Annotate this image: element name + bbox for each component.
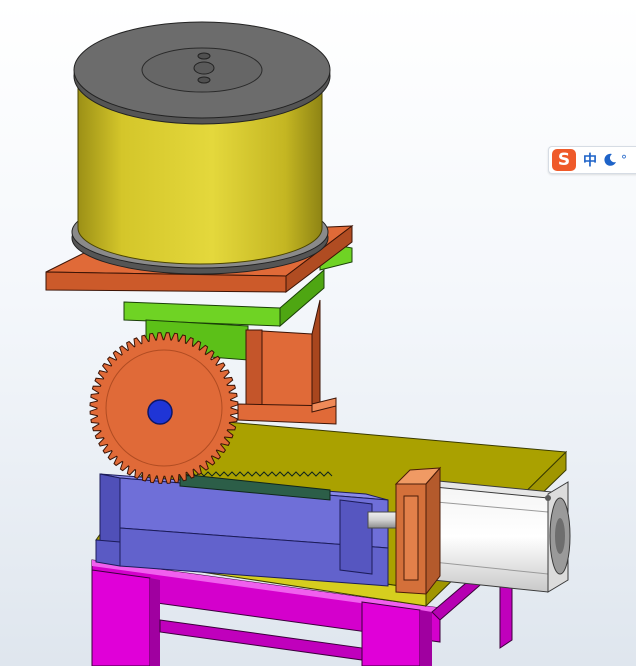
assembly-drawing (45, 21, 571, 666)
ime-mode-toggle[interactable]: 中 (583, 150, 597, 170)
cylinder-mount (394, 466, 442, 596)
model-viewport[interactable] (0, 0, 636, 666)
ime-toolbar[interactable]: S 中 ° (548, 146, 636, 174)
sogou-logo-icon[interactable]: S (552, 149, 576, 171)
moon-icon[interactable] (603, 153, 617, 167)
spool (71, 21, 331, 275)
ime-punctuation-toggle[interactable]: ° (621, 154, 627, 166)
